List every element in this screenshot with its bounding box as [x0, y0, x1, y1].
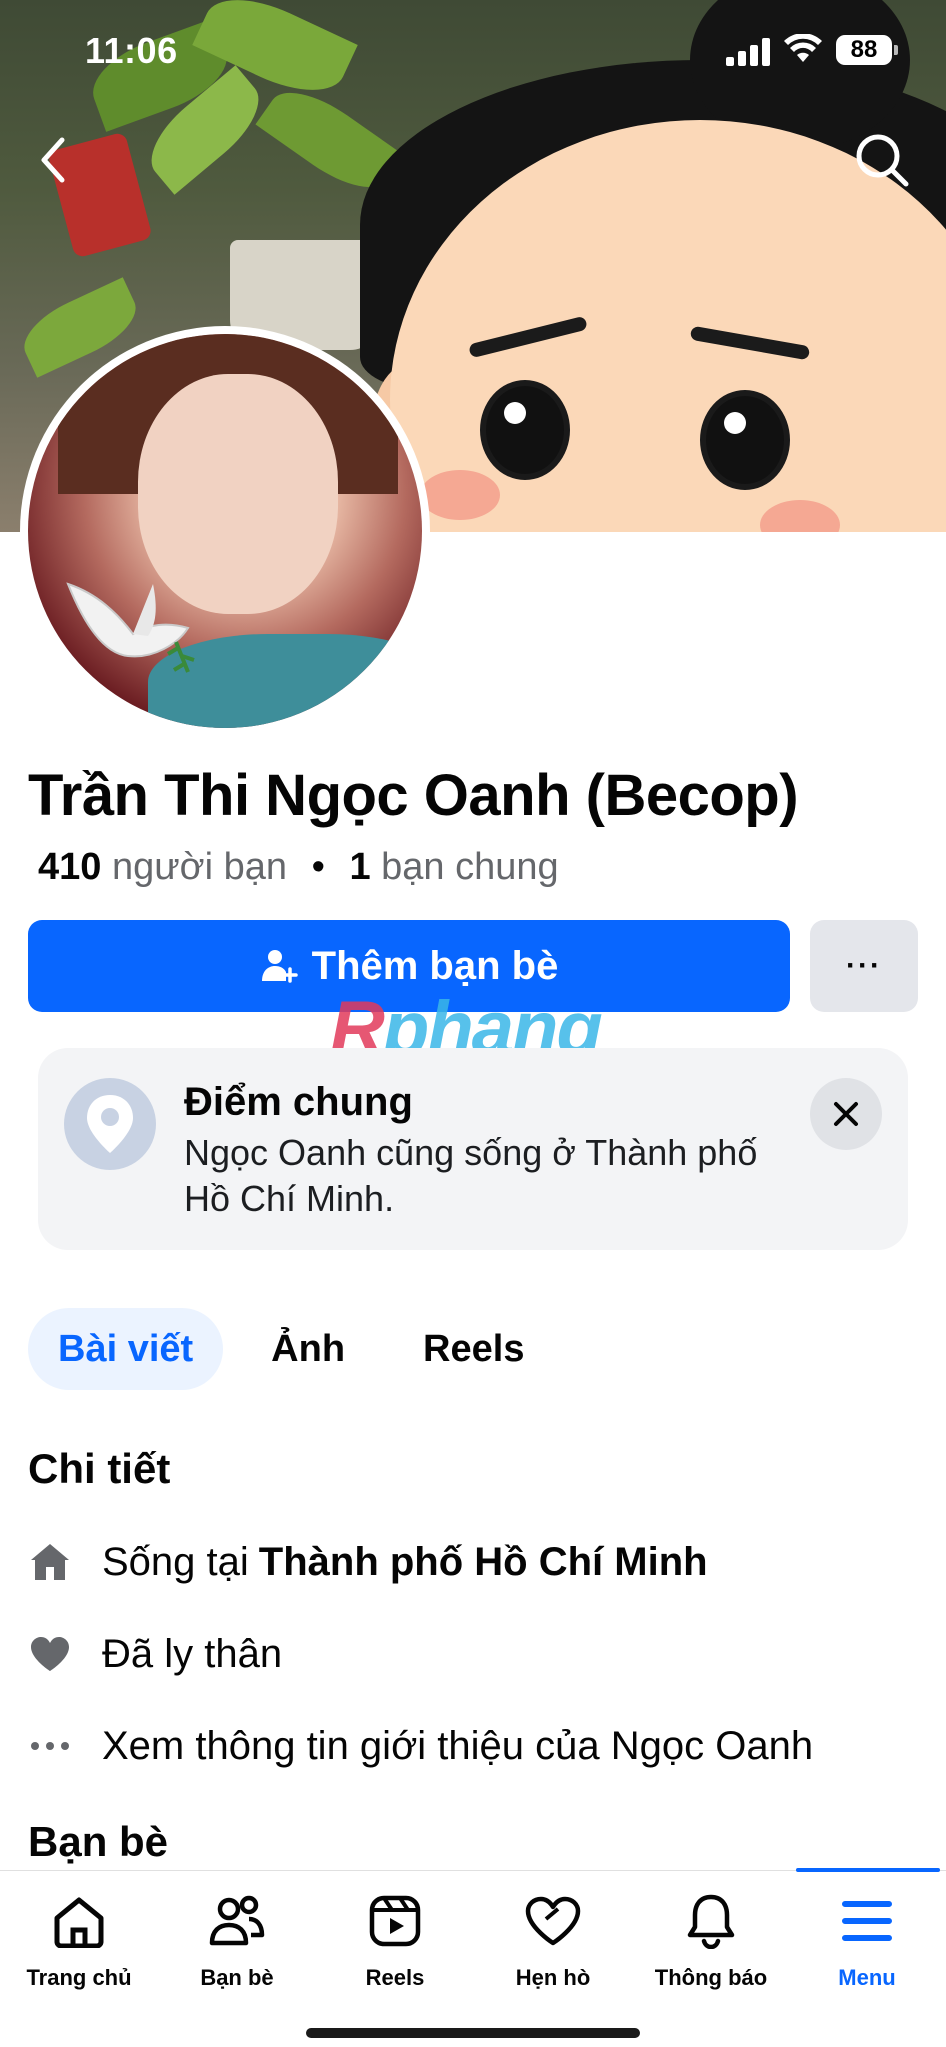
see-intro-link[interactable]: Xem thông tin giới thiệu của Ngọc Oanh: [102, 1724, 813, 1769]
nav-menu[interactable]: Menu: [788, 1891, 946, 2001]
common-card-title: Điểm chung: [184, 1080, 413, 1124]
bottom-navigation: Trang chủ Bạn bè Reels Hẹn hò Thông báo …: [0, 1868, 946, 2047]
friend-stats[interactable]: 410 người bạn • 1 bạn chung: [38, 846, 559, 889]
status-bar: 11:06 88: [0, 0, 946, 104]
cartoon-eye: [480, 380, 570, 480]
nav-home-label: Trang chủ: [26, 1965, 132, 1990]
tab-reels[interactable]: Reels: [393, 1308, 554, 1390]
cartoon-eye: [700, 390, 790, 490]
battery-icon: 88: [836, 35, 898, 65]
mutual-count: 1: [349, 846, 371, 888]
tab-photos[interactable]: Ảnh: [241, 1308, 375, 1390]
home-icon: [49, 1891, 109, 1951]
active-tab-indicator: [796, 1868, 940, 1872]
location-pin-icon: [64, 1078, 156, 1170]
nav-home[interactable]: Trang chủ: [0, 1891, 158, 2001]
heart-icon: [28, 1632, 72, 1676]
nav-menu-label: Menu: [838, 1965, 896, 1990]
add-friend-label: Thêm bạn bè: [311, 943, 559, 988]
profile-tabs: Bài viết Ảnh Reels: [28, 1308, 554, 1390]
detail-lives-in: Sống tại Thành phố Hồ Chí Minh: [28, 1532, 708, 1592]
back-arrow-icon[interactable]: [30, 130, 80, 190]
status-time: 11:06: [85, 30, 178, 71]
more-options-button[interactable]: ···: [810, 920, 918, 1012]
detail-relationship: Đã ly thân: [28, 1624, 282, 1684]
cartoon-cheek: [420, 470, 500, 520]
home-icon: [28, 1540, 72, 1584]
friends-label: người bạn: [111, 846, 287, 888]
lives-city[interactable]: Thành phố Hồ Chí Minh: [259, 1540, 708, 1585]
bell-icon: [681, 1891, 741, 1951]
nav-friends-label: Bạn bè: [200, 1965, 274, 1990]
reels-icon: [365, 1891, 425, 1951]
profile-name: Trần Thi Ngọc Oanh (Becop): [28, 763, 799, 828]
friends-icon: [207, 1891, 267, 1951]
close-card-button[interactable]: [810, 1078, 882, 1150]
detail-see-intro[interactable]: Xem thông tin giới thiệu của Ngọc Oanh: [28, 1716, 813, 1776]
tab-posts[interactable]: Bài viết: [28, 1308, 224, 1390]
nav-reels[interactable]: Reels: [316, 1891, 474, 2001]
relationship-status: Đã ly thân: [102, 1631, 283, 1676]
cellular-signal-icon: [726, 38, 770, 66]
nav-friends[interactable]: Bạn bè: [158, 1891, 316, 2001]
profile-avatar[interactable]: [20, 326, 430, 736]
nav-notifications-label: Thông báo: [654, 1965, 768, 1990]
common-card-text: Ngọc Oanh cũng sống ở Thành phố Hồ Chí M…: [184, 1132, 758, 1219]
dove-icon: [66, 582, 195, 673]
search-icon[interactable]: [852, 130, 912, 190]
more-dots-icon: [28, 1724, 72, 1768]
mutual-label: bạn chung: [381, 846, 559, 888]
lives-prefix: Sống tại: [102, 1539, 249, 1584]
menu-icon: [837, 1891, 897, 1951]
nav-dating-label: Hẹn hò: [515, 1965, 591, 1990]
home-indicator: [306, 2028, 640, 2038]
dating-heart-icon: [523, 1891, 583, 1951]
details-title: Chi tiết: [28, 1445, 171, 1492]
nav-reels-label: Reels: [365, 1965, 425, 1990]
avatar-photo: [28, 334, 422, 728]
nav-dating[interactable]: Hẹn hò: [474, 1891, 632, 2001]
nav-notifications[interactable]: Thông báo: [632, 1891, 790, 2001]
separator-dot: •: [311, 846, 325, 888]
common-interest-card: Điểm chung Ngọc Oanh cũng sống ở Thành p…: [38, 1048, 908, 1250]
wifi-icon: [784, 34, 822, 62]
friends-section-title: Bạn bè: [28, 1818, 169, 1865]
close-icon: [834, 1102, 858, 1126]
add-friend-icon: [261, 950, 298, 983]
friends-count: 410: [38, 846, 102, 888]
